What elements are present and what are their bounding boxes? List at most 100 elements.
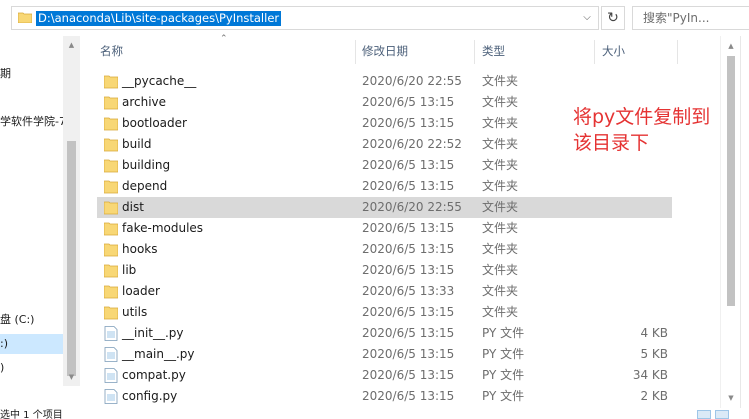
file-type: 文件夹 bbox=[482, 200, 519, 214]
folder-icon bbox=[104, 201, 118, 215]
column-date[interactable]: 修改日期 bbox=[362, 36, 408, 66]
large-icons-view-icon[interactable] bbox=[715, 410, 729, 419]
refresh-icon: ↻ bbox=[607, 10, 619, 26]
scroll-down-icon[interactable]: ▼ bbox=[721, 390, 741, 406]
folder-icon bbox=[104, 306, 118, 320]
file-size: 4 KB bbox=[640, 326, 668, 340]
folder-icon bbox=[104, 264, 118, 278]
file-row[interactable]: utils 2020/6/5 13:15 文件夹 bbox=[97, 302, 672, 323]
file-row[interactable]: hooks 2020/6/5 13:15 文件夹 bbox=[97, 239, 672, 260]
navigation-pane: 期 学软件学院-7 盘 (C:) :) ) ▲ ▼ bbox=[0, 36, 80, 419]
file-list-scrollbar[interactable]: ▲ ▼ bbox=[720, 36, 741, 408]
status-text: 选中 1 个项目 bbox=[0, 410, 63, 419]
file-date: 2020/6/5 13:15 bbox=[362, 116, 455, 130]
file-type: PY 文件 bbox=[482, 368, 525, 382]
search-input[interactable]: 搜索"PyIn... bbox=[632, 6, 749, 30]
file-date: 2020/6/5 13:15 bbox=[362, 263, 455, 277]
file-name: depend bbox=[122, 179, 168, 193]
file-date: 2020/6/5 13:15 bbox=[362, 95, 455, 109]
file-date: 2020/6/5 13:15 bbox=[362, 347, 455, 361]
nav-item[interactable]: 期 bbox=[0, 64, 11, 84]
scroll-down-icon[interactable]: ▼ bbox=[63, 370, 80, 384]
file-name: __init__.py bbox=[122, 326, 184, 340]
chevron-down-icon[interactable]: ⌵ bbox=[580, 10, 594, 26]
file-type: 文件夹 bbox=[482, 221, 519, 235]
file-row[interactable]: loader 2020/6/5 13:33 文件夹 bbox=[97, 281, 672, 302]
column-divider[interactable] bbox=[355, 40, 356, 64]
file-date: 2020/6/20 22:52 bbox=[362, 137, 462, 151]
file-type: 文件夹 bbox=[482, 305, 519, 319]
window-edge bbox=[740, 36, 749, 419]
file-row[interactable]: __pycache__ 2020/6/20 22:55 文件夹 bbox=[97, 71, 672, 92]
folder-icon bbox=[104, 96, 118, 110]
file-date: 2020/6/5 13:15 bbox=[362, 179, 455, 193]
file-type: 文件夹 bbox=[482, 179, 519, 193]
file-row[interactable]: __main__.py 2020/6/5 13:15 PY 文件 5 KB bbox=[97, 344, 672, 365]
file-date: 2020/6/5 13:15 bbox=[362, 326, 455, 340]
file-name: __main__.py bbox=[122, 347, 195, 361]
file-date: 2020/6/5 13:15 bbox=[362, 389, 455, 403]
file-size: 34 KB bbox=[632, 368, 668, 382]
scroll-up-icon[interactable]: ▲ bbox=[721, 38, 741, 54]
address-box[interactable]: D:\anaconda\Lib\site-packages\PyInstalle… bbox=[11, 6, 599, 30]
annotation-line: 将py文件复制到 bbox=[573, 106, 711, 128]
column-size[interactable]: 大小 bbox=[602, 36, 625, 66]
nav-item-selected[interactable]: :) bbox=[0, 334, 63, 354]
file-date: 2020/6/20 22:55 bbox=[362, 200, 462, 214]
file-type: 文件夹 bbox=[482, 74, 519, 88]
file-name: __pycache__ bbox=[122, 74, 197, 88]
scroll-thumb[interactable] bbox=[727, 56, 735, 306]
file-row[interactable]: __init__.py 2020/6/5 13:15 PY 文件 4 KB bbox=[97, 323, 672, 344]
address-path[interactable]: D:\anaconda\Lib\site-packages\PyInstalle… bbox=[36, 11, 282, 26]
nav-scrollbar[interactable]: ▲ ▼ bbox=[63, 36, 80, 386]
folder-icon bbox=[104, 138, 118, 152]
file-row[interactable]: depend 2020/6/5 13:15 文件夹 bbox=[97, 176, 672, 197]
column-divider[interactable] bbox=[594, 40, 595, 64]
details-view-icon[interactable] bbox=[697, 410, 711, 419]
file-row[interactable]: building 2020/6/5 13:15 文件夹 bbox=[97, 155, 672, 176]
nav-item[interactable]: ) bbox=[0, 358, 4, 378]
file-date: 2020/6/5 13:33 bbox=[362, 284, 455, 298]
file-row[interactable]: lib 2020/6/5 13:15 文件夹 bbox=[97, 260, 672, 281]
nav-item[interactable]: 学软件学院-7 bbox=[0, 112, 66, 132]
folder-icon bbox=[104, 243, 118, 257]
column-type[interactable]: 类型 bbox=[482, 36, 505, 66]
file-type: 文件夹 bbox=[482, 137, 519, 151]
file-date: 2020/6/5 13:15 bbox=[362, 368, 455, 382]
python-file-icon bbox=[104, 326, 118, 341]
file-name: compat.py bbox=[122, 368, 186, 382]
scroll-up-icon[interactable]: ▲ bbox=[63, 38, 80, 52]
status-bar: 选中 1 个项目 bbox=[0, 408, 749, 419]
sort-arrow-icon: ⌃ bbox=[220, 34, 228, 44]
file-name: archive bbox=[122, 95, 167, 109]
column-divider[interactable] bbox=[677, 40, 678, 64]
file-name: lib bbox=[122, 263, 137, 277]
file-type: 文件夹 bbox=[482, 158, 519, 172]
file-name: config.py bbox=[122, 389, 178, 403]
file-row[interactable]: config.py 2020/6/5 13:15 PY 文件 2 KB bbox=[97, 386, 672, 407]
file-type: 文件夹 bbox=[482, 95, 519, 109]
folder-icon bbox=[18, 12, 32, 23]
file-row[interactable]: dist 2020/6/20 22:55 文件夹 bbox=[97, 197, 672, 218]
folder-icon bbox=[104, 159, 118, 173]
file-date: 2020/6/20 22:55 bbox=[362, 74, 462, 88]
column-header: ⌃ 名称 修改日期 类型 大小 bbox=[80, 34, 720, 66]
scroll-thumb[interactable] bbox=[67, 141, 76, 376]
file-size: 5 KB bbox=[640, 347, 668, 361]
column-divider[interactable] bbox=[474, 40, 475, 64]
file-name: dist bbox=[122, 200, 144, 214]
column-name[interactable]: 名称 bbox=[100, 36, 123, 66]
refresh-button[interactable]: ↻ bbox=[601, 6, 625, 30]
nav-item-drive-c[interactable]: 盘 (C:) bbox=[0, 310, 34, 330]
file-date: 2020/6/5 13:15 bbox=[362, 158, 455, 172]
address-bar: D:\anaconda\Lib\site-packages\PyInstalle… bbox=[0, 0, 749, 36]
file-row[interactable]: compat.py 2020/6/5 13:15 PY 文件 34 KB bbox=[97, 365, 672, 386]
file-name: fake-modules bbox=[122, 221, 204, 235]
folder-icon bbox=[104, 75, 118, 89]
file-date: 2020/6/5 13:15 bbox=[362, 242, 455, 256]
file-type: PY 文件 bbox=[482, 389, 525, 403]
file-row[interactable]: fake-modules 2020/6/5 13:15 文件夹 bbox=[97, 218, 672, 239]
file-name: building bbox=[122, 158, 171, 172]
file-type: PY 文件 bbox=[482, 347, 525, 361]
file-name: hooks bbox=[122, 242, 158, 256]
